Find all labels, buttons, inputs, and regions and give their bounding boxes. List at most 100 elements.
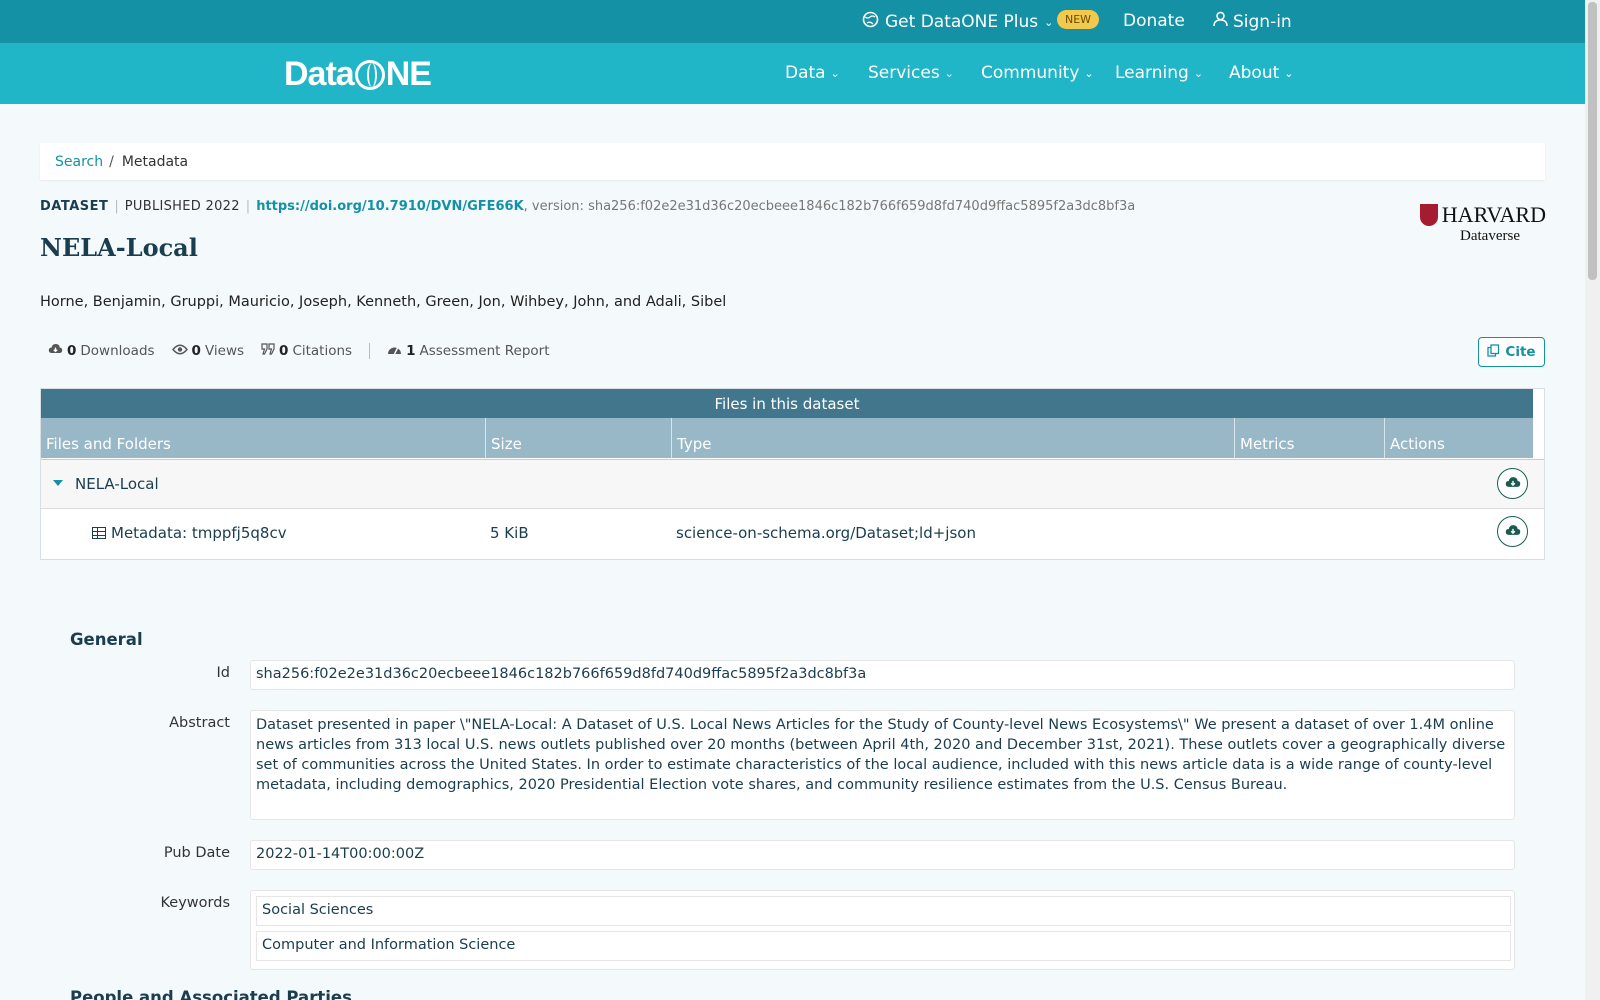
dataone-logo-text-data: Data [284, 55, 355, 93]
nav-data-label: Data [785, 63, 826, 83]
keyword-item: Social Sciences [256, 896, 1511, 926]
cite-label: Cite [1505, 344, 1536, 360]
eye-icon [171, 343, 188, 359]
general-section-title: General [70, 630, 143, 649]
gauge-icon [387, 343, 402, 359]
dataone-logo[interactable]: Data NE [284, 55, 432, 94]
logo-globe-icon [354, 59, 385, 90]
citations-count: 0 [279, 342, 289, 359]
assessment-label: Assessment Report [419, 342, 550, 359]
nav-data[interactable]: Data ⌄ [785, 63, 840, 83]
get-dataone-plus-label: Get DataONE Plus [885, 12, 1039, 32]
keyword-item: Computer and Information Science [256, 931, 1511, 961]
abstract-label: Abstract [169, 715, 230, 731]
file-type: science-on-schema.org/Dataset;ld+json [676, 524, 976, 542]
dataset-stats: 0 Downloads 0 Views 0 Citations 1 Assess… [48, 342, 567, 359]
nav-services[interactable]: Services ⌄ [868, 63, 954, 83]
divider: | [245, 199, 251, 214]
sign-in-link[interactable]: Sign-in [1213, 11, 1292, 32]
assessment-stat[interactable]: 1 Assessment Report [387, 342, 550, 359]
views-count: 0 [191, 342, 201, 359]
chevron-down-icon: ⌄ [944, 66, 954, 80]
dataset-meta-line: DATASET | PUBLISHED 2022 | https://doi.o… [40, 199, 1135, 214]
assessment-count: 1 [406, 342, 416, 359]
download-file-button[interactable] [1497, 516, 1528, 547]
main-nav: Data NE Data ⌄ Services ⌄ Community ⌄ Learni… [0, 43, 1585, 104]
nav-learning[interactable]: Learning ⌄ [1115, 63, 1203, 83]
files-table-columns: Files and Folders Size Type Metrics Acti… [41, 418, 1533, 458]
user-icon [1213, 11, 1228, 32]
citations-stat[interactable]: 0 Citations [261, 343, 352, 359]
page-title: NELA-Local [40, 233, 198, 262]
cloud-download-icon [48, 342, 63, 359]
pubdate-label: Pub Date [163, 845, 230, 861]
views-label: Views [204, 342, 245, 359]
breadcrumb-current: Metadata [121, 153, 189, 170]
citations-label: Citations [292, 342, 353, 359]
chevron-down-icon: ⌄ [1044, 15, 1054, 29]
table-icon [92, 527, 106, 539]
chevron-down-icon: ⌄ [1084, 66, 1094, 80]
id-field: sha256:f02e2e31d36c20ecbeee1846c182b766f… [250, 660, 1515, 690]
folder-row[interactable]: NELA-Local [41, 459, 1544, 509]
column-type: Type [671, 418, 711, 458]
column-metrics: Metrics [1234, 418, 1294, 458]
file-name: Metadata: tmppfj5q8cv [111, 524, 287, 542]
downloads-label: Downloads [80, 342, 155, 359]
chevron-down-icon: ⌄ [1284, 66, 1294, 80]
version-text: , version: sha256:f02e2e31d36c20ecbeee18… [523, 199, 1136, 214]
files-table-heading: Files in this dataset [41, 389, 1533, 418]
quote-icon [261, 342, 275, 359]
cite-button[interactable]: Cite [1478, 337, 1545, 367]
repository-name: HARVARD [1441, 202, 1546, 227]
published-label: PUBLISHED 2022 [124, 199, 240, 214]
views-stat[interactable]: 0 Views [171, 342, 245, 359]
column-files-and-folders: Files and Folders [46, 435, 171, 453]
files-table: Files in this dataset Files and Folders … [40, 388, 1545, 560]
dataset-type-label: DATASET [40, 199, 109, 214]
nav-services-label: Services [868, 63, 940, 83]
nav-about-label: About [1229, 63, 1280, 83]
nav-community[interactable]: Community ⌄ [981, 63, 1094, 83]
chevron-down-icon: ⌄ [830, 66, 840, 80]
people-section-title: People and Associated Parties [70, 988, 352, 1000]
harvard-shield-icon [1420, 204, 1438, 226]
breadcrumb: Search / Metadata [40, 143, 1545, 180]
file-name-cell[interactable]: Metadata: tmppfj5q8cv [92, 524, 287, 542]
folder-name[interactable]: NELA-Local [75, 475, 159, 493]
authors: Horne, Benjamin, Gruppi, Mauricio, Josep… [40, 294, 727, 310]
cloud-download-icon [1504, 523, 1522, 541]
breadcrumb-search-link[interactable]: Search [55, 154, 103, 170]
top-bar: Get DataONE Plus ⌄ NEW Donate Sign-in [0, 0, 1585, 43]
sign-in-label: Sign-in [1233, 11, 1292, 32]
harvard-dataverse-logo: HARVARD Dataverse [1420, 202, 1546, 245]
download-folder-button[interactable] [1497, 468, 1528, 499]
breadcrumb-separator: / [109, 153, 114, 170]
get-dataone-plus-menu[interactable]: Get DataONE Plus ⌄ [862, 11, 1053, 33]
divider: | [114, 199, 119, 214]
repository-sub: Dataverse [1460, 228, 1520, 244]
table-row[interactable]: Metadata: tmppfj5q8cv 5 KiB science-on-s… [41, 509, 1544, 559]
donate-link[interactable]: Donate [1123, 11, 1185, 31]
pubdate-field: 2022-01-14T00:00:00Z [250, 840, 1515, 870]
downloads-stat[interactable]: 0 Downloads [48, 342, 155, 359]
keywords-label: Keywords [160, 895, 230, 911]
id-label: Id [216, 665, 230, 681]
copy-icon [1487, 343, 1500, 361]
scrollbar-thumb[interactable] [1588, 2, 1597, 280]
nav-community-label: Community [981, 63, 1080, 83]
nav-about[interactable]: About ⌄ [1229, 63, 1293, 83]
column-size: Size [485, 418, 522, 458]
nav-learning-label: Learning [1115, 63, 1189, 83]
globe-icon [862, 11, 879, 33]
abstract-field: Dataset presented in paper \"NELA-Local:… [250, 710, 1515, 820]
cloud-download-icon [1504, 475, 1522, 493]
column-actions: Actions [1384, 418, 1445, 458]
downloads-count: 0 [67, 342, 77, 359]
chevron-down-icon: ⌄ [1193, 66, 1204, 80]
caret-down-icon[interactable] [53, 480, 63, 486]
stats-divider [369, 342, 371, 359]
doi-link[interactable]: https://doi.org/10.7910/DVN/GFE66K [256, 199, 523, 214]
dataone-logo-text-ne: NE [385, 55, 432, 93]
keywords-list: Social Sciences Computer and Information… [250, 890, 1515, 970]
